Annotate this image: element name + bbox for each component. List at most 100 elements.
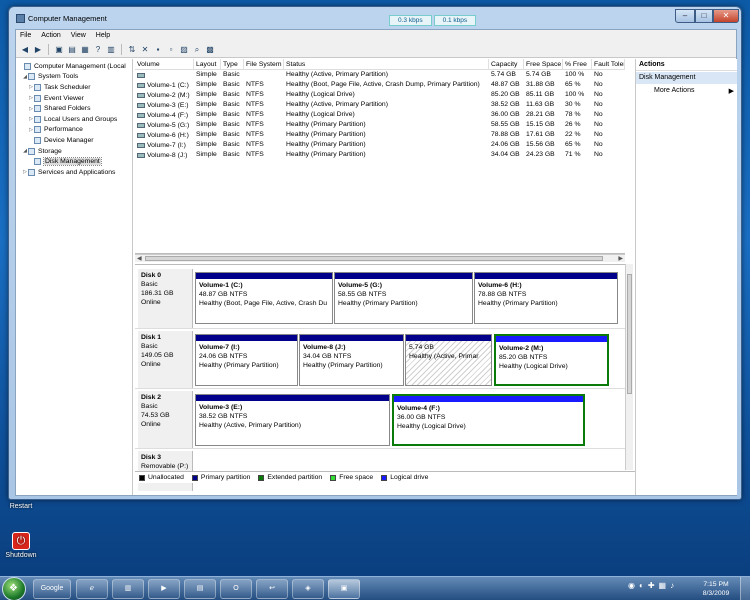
- partition-volume-5[interactable]: Volume-5 (G:) 58.55 GB NTFS Healthy (Pri…: [334, 272, 473, 324]
- view-icon[interactable]: ▩: [205, 45, 215, 55]
- tree-item-device-manager[interactable]: Device Manager: [16, 135, 132, 146]
- shutdown-shortcut[interactable]: ⏻ Shutdown: [4, 532, 38, 559]
- computer-management-window: Computer Management 0.3 kbps 0.1 kbps – …: [8, 6, 742, 500]
- disk-name: Disk 3: [141, 454, 162, 461]
- tray-security-icon[interactable]: ✚: [648, 581, 655, 590]
- tray-shield-icon[interactable]: ◐: [639, 581, 644, 590]
- media-player-icon[interactable]: ▶: [148, 579, 180, 599]
- volume-row[interactable]: Volume-1 (C:) Simple Basic NTFS Healthy (Boo…: [135, 80, 625, 90]
- minimize-button[interactable]: –: [675, 9, 695, 23]
- partition-volume-4[interactable]: Volume-4 (F:) 36.00 GB NTFS Healthy (Log…: [392, 394, 585, 446]
- google-toolbar-button[interactable]: Google: [33, 579, 71, 599]
- partition-volume-1[interactable]: Volume-1 (C:) 48.87 GB NTFS Healthy (Boo…: [195, 272, 333, 324]
- tree-item-services-applications[interactable]: ▷ Services and Applications: [16, 167, 132, 178]
- tree-item-storage[interactable]: ◢ Storage: [16, 146, 132, 157]
- show-tree-icon[interactable]: ▤: [67, 45, 77, 55]
- disk-label[interactable]: Disk 0 Basic 186.31 GB Online: [138, 269, 193, 328]
- tray-bluetooth-icon[interactable]: ◉: [628, 581, 635, 590]
- tree-item-performance[interactable]: ▷ Performance: [16, 125, 132, 136]
- volume-row[interactable]: Simple Basic Healthy (Active, Primary Part…: [135, 70, 625, 80]
- volume-row[interactable]: Volume-6 (H:) Simple Basic NTFS Healthy (Pri…: [135, 130, 625, 140]
- back-icon[interactable]: ◀: [20, 45, 30, 55]
- scroll-left-icon[interactable]: ◀: [137, 255, 142, 262]
- forward-icon[interactable]: ▶: [33, 45, 43, 55]
- disk-label[interactable]: Disk 1 Basic 149.05 GB Online: [138, 331, 193, 388]
- horizontal-scrollbar[interactable]: ◀ ▶: [135, 254, 625, 262]
- column-header[interactable]: Status: [284, 59, 489, 69]
- save-icon[interactable]: ▫: [166, 45, 176, 55]
- clock[interactable]: 7:15 PM 8/3/2009: [696, 580, 736, 598]
- help-icon[interactable]: ?: [93, 45, 103, 55]
- scroll-thumb[interactable]: [145, 256, 603, 261]
- partition-volume-8[interactable]: Volume-8 (J:) 34.04 GB NTFS Healthy (Pri…: [299, 334, 404, 386]
- disk-kind: Basic: [141, 403, 158, 410]
- more-actions-item[interactable]: More Actions ▶: [636, 84, 737, 98]
- volume-name-cell: Volume-2 (M:): [135, 90, 194, 100]
- tree-item-disk-management[interactable]: Disk Management: [16, 156, 132, 167]
- tray-volume-icon[interactable]: ♪: [670, 581, 674, 590]
- actions-section-disk-management[interactable]: Disk Management: [636, 72, 737, 84]
- computer-management-taskbar-button[interactable]: ▣: [328, 579, 360, 599]
- close-button[interactable]: ✕: [713, 9, 739, 23]
- title-bar[interactable]: Computer Management 0.3 kbps 0.1 kbps – …: [9, 7, 741, 29]
- tree-item-computer-management[interactable]: Computer Management (Local: [16, 61, 132, 72]
- refresh-icon[interactable]: ▨: [179, 45, 189, 55]
- internet-explorer-icon[interactable]: ℯ: [76, 579, 108, 599]
- opera-icon[interactable]: O: [220, 579, 252, 599]
- tree-item-task-scheduler[interactable]: ▷ Task Scheduler: [16, 82, 132, 93]
- disk-row: Disk 0 Basic 186.31 GB Online Volume-1 (…: [135, 269, 625, 329]
- column-header[interactable]: Capacity: [489, 59, 524, 69]
- start-button[interactable]: ❖: [2, 577, 26, 600]
- partition-volume-6[interactable]: Volume-6 (H:) 78.88 GB NTFS Healthy (Pri…: [474, 272, 618, 324]
- column-header[interactable]: Fault Toler: [592, 59, 625, 69]
- connect-icon[interactable]: ⇅: [127, 45, 137, 55]
- scroll-right-icon[interactable]: ▶: [618, 255, 623, 262]
- tree-item-system-tools[interactable]: ◢ System Tools: [16, 72, 132, 83]
- tree-item-local-users[interactable]: ▷ Local Users and Groups: [16, 114, 132, 125]
- open-icon[interactable]: ▪: [153, 45, 163, 55]
- partition-unlabeled-selected[interactable]: 5.74 GB Healthy (Active, Primar: [405, 334, 492, 386]
- up-folder-icon[interactable]: ▣: [54, 45, 64, 55]
- volume-row[interactable]: Volume-4 (F:) Simple Basic NTFS Healthy (Log…: [135, 110, 625, 120]
- volume-row[interactable]: Volume-2 (M:) Simple Basic NTFS Healthy (Log…: [135, 90, 625, 100]
- swiftkey-icon[interactable]: ↩: [256, 579, 288, 599]
- volume-free-cell: 15.15 GB: [526, 121, 555, 128]
- column-header[interactable]: Type: [221, 59, 244, 69]
- tray-network-icon[interactable]: ▦: [659, 581, 667, 590]
- volume-icon: [137, 102, 145, 108]
- toolbar-separator: [48, 44, 49, 55]
- properties-icon[interactable]: ▦: [80, 45, 90, 55]
- volume-row[interactable]: Volume-3 (E:) Simple Basic NTFS Healthy (Act…: [135, 100, 625, 110]
- column-header[interactable]: Free Space: [524, 59, 563, 69]
- volume-row[interactable]: Volume-5 (G:) Simple Basic NTFS Healthy (Pri…: [135, 120, 625, 130]
- column-header[interactable]: % Free: [563, 59, 592, 69]
- winrar-icon[interactable]: ▤: [184, 579, 216, 599]
- file-explorer-icon[interactable]: ▥: [112, 579, 144, 599]
- scroll-thumb[interactable]: [627, 274, 632, 394]
- partition-volume-3[interactable]: Volume-3 (E:) 38.52 GB NTFS Healthy (Act…: [195, 394, 390, 446]
- tree-item-shared-folders[interactable]: ▷ Shared Folders: [16, 103, 132, 114]
- network-app-icon[interactable]: ◈: [292, 579, 324, 599]
- disk-label[interactable]: Disk 2 Basic 74.53 GB Online: [138, 391, 193, 448]
- partition-volume-7[interactable]: Volume-7 (I:) 24.06 GB NTFS Healthy (Pri…: [195, 334, 298, 386]
- maximize-button[interactable]: □: [695, 9, 713, 23]
- column-header[interactable]: File System: [244, 59, 284, 69]
- tree-item-event-viewer[interactable]: ▷ Event Viewer: [16, 93, 132, 104]
- column-header[interactable]: Layout: [194, 59, 221, 69]
- menu-action[interactable]: Action: [41, 32, 60, 40]
- volume-row[interactable]: Volume-8 (J:) Simple Basic NTFS Healthy (Pri…: [135, 150, 625, 160]
- column-header[interactable]: Volume: [135, 59, 194, 69]
- volume-capacity-cell: 36.00 GB: [491, 111, 520, 118]
- volume-row[interactable]: Volume-7 (I:) Simple Basic NTFS Healthy (Pri…: [135, 140, 625, 150]
- delete-icon[interactable]: ✕: [140, 45, 150, 55]
- services-icon: [28, 168, 35, 176]
- vertical-scrollbar[interactable]: [625, 264, 633, 470]
- show-desktop-button[interactable]: [740, 577, 750, 600]
- search-icon[interactable]: ⌕: [192, 45, 202, 55]
- restart-shortcut[interactable]: Restart: [4, 503, 38, 510]
- menu-file[interactable]: File: [20, 32, 31, 40]
- menu-view[interactable]: View: [71, 32, 86, 40]
- console-tree-icon[interactable]: ▥: [106, 45, 116, 55]
- partition-volume-2[interactable]: Volume-2 (M:) 85.20 GB NTFS Healthy (Log…: [494, 334, 609, 386]
- menu-help[interactable]: Help: [96, 32, 110, 40]
